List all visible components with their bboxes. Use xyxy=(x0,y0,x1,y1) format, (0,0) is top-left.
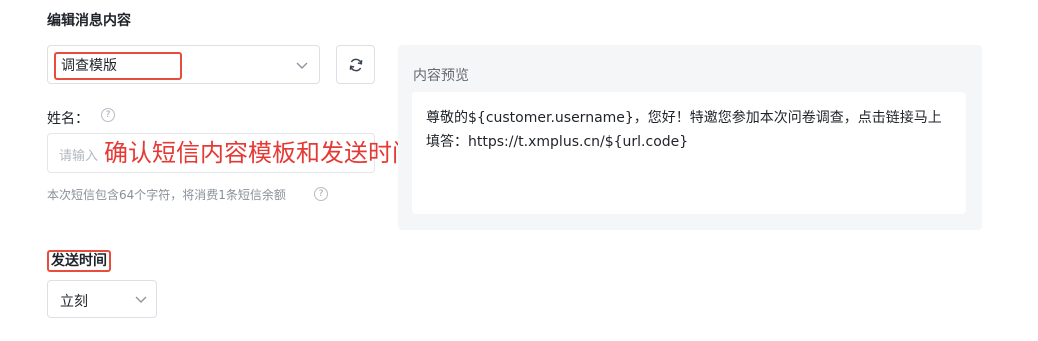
template-select-value: 调查模版 xyxy=(54,52,182,80)
content-preview-panel: 内容预览 尊敬的${customer.username}，您好！特邀您参加本次问… xyxy=(398,45,982,230)
char-count-note: 本次短信包含64个字符，将消费1条短信余额 xyxy=(47,188,286,202)
annotation-text: 确认短信内容模板和发送时间 xyxy=(104,139,416,167)
chevron-down-icon xyxy=(135,296,147,303)
preview-text: 尊敬的${customer.username}，您好！特邀您参加本次问卷调查，点… xyxy=(426,110,942,150)
chevron-down-icon xyxy=(296,62,308,69)
help-icon[interactable]: ? xyxy=(101,108,115,122)
name-label: 姓名： xyxy=(47,111,89,127)
preview-card: 尊敬的${customer.username}，您好！特邀您参加本次问卷调查，点… xyxy=(412,92,966,214)
send-time-select[interactable]: 立刻 xyxy=(47,280,157,318)
section-title: 编辑消息内容 xyxy=(47,13,131,29)
help-icon[interactable]: ? xyxy=(314,187,328,201)
preview-title: 内容预览 xyxy=(413,68,469,84)
template-select[interactable]: 调查模版 xyxy=(47,45,320,84)
send-time-label: 发送时间 xyxy=(47,250,111,272)
send-time-value: 立刻 xyxy=(60,294,88,310)
refresh-icon xyxy=(349,58,363,72)
refresh-button[interactable] xyxy=(336,45,375,84)
name-input-placeholder: 请输入 xyxy=(59,149,99,164)
